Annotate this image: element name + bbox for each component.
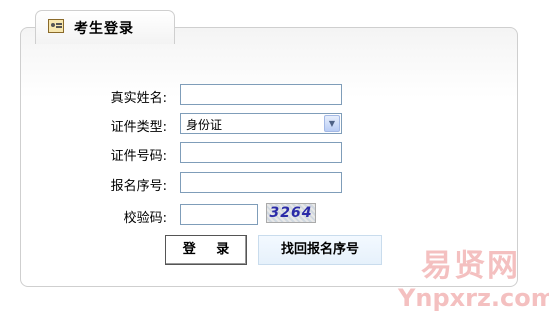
find-reg-number-button[interactable]: 找回报名序号 — [258, 235, 382, 265]
tab-title: 考生登录 — [74, 21, 134, 37]
id-number-input[interactable] — [180, 142, 342, 163]
captcha-image[interactable]: 3264 — [266, 203, 316, 223]
login-button[interactable]: 登 录 — [165, 235, 247, 265]
id-number-label: 证件号码: — [110, 149, 167, 164]
captcha-input[interactable] — [180, 204, 258, 225]
id-type-select[interactable]: 身份证 ▼ — [180, 113, 342, 134]
reg-number-label: 报名序号: — [110, 179, 167, 194]
id-type-selected: 身份证 — [186, 118, 223, 132]
reg-number-input[interactable] — [180, 172, 342, 193]
watermark: 易贤网 Ynpxrz.com — [398, 248, 549, 328]
watermark-en: Ynpxrz.com — [398, 284, 549, 312]
id-type-label: 证件类型: — [110, 120, 167, 135]
login-tab: 考生登录 — [35, 10, 175, 44]
captcha-label: 校验码: — [123, 211, 167, 226]
name-input[interactable] — [180, 84, 342, 105]
watermark-cn: 易贤网 — [421, 248, 520, 284]
name-label: 真实姓名: — [110, 91, 167, 106]
id-card-icon — [48, 19, 64, 33]
chevron-down-icon[interactable]: ▼ — [324, 115, 340, 132]
